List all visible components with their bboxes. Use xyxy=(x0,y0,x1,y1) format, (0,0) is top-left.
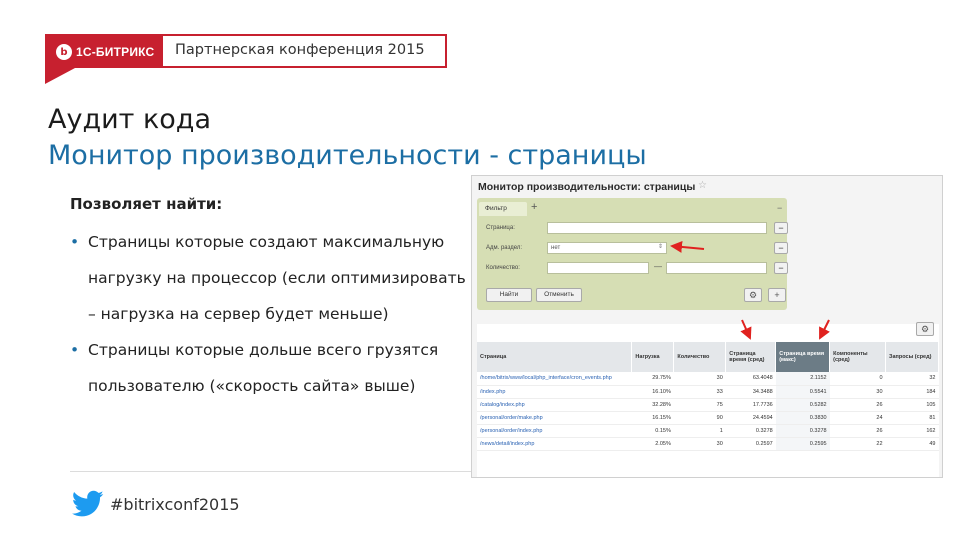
table-cell: 34.3488 xyxy=(725,385,776,399)
collapse-filter-minus-icon[interactable]: − xyxy=(777,203,782,213)
table-cell: 105 xyxy=(885,398,939,412)
table-cell: 30 xyxy=(673,372,726,386)
table-cell: 0 xyxy=(829,372,886,386)
table-cell: 0.2595 xyxy=(775,437,830,451)
page-link[interactable]: /home/bitrix/www/local/php_interface/cro… xyxy=(477,372,632,386)
column-header-queries[interactable]: Запросы (сред) xyxy=(885,342,939,372)
remove-row-button[interactable]: − xyxy=(774,222,788,234)
table-cell: 16.10% xyxy=(631,385,674,399)
remove-row-button[interactable]: − xyxy=(774,242,788,254)
table-cell: 26 xyxy=(829,398,886,412)
table-cell: 90 xyxy=(673,411,726,425)
range-dash: — xyxy=(654,262,662,271)
bullet-text: Страницы которые дольше всего грузятся п… xyxy=(88,341,439,395)
table-cell: 0.3278 xyxy=(775,424,830,438)
table-cell: 184 xyxy=(885,385,939,399)
bitrix-logo-icon: b xyxy=(56,44,72,60)
hashtag: #bitrixconf2015 xyxy=(110,495,240,514)
select-chevron-icon: ⇕ xyxy=(658,244,664,250)
table-cell: 162 xyxy=(885,424,939,438)
slide-subtitle: Монитор производительности - страницы xyxy=(48,140,647,171)
table-cell: 2.1152 xyxy=(775,372,830,386)
divider xyxy=(70,471,480,472)
table-header-row: Страница Нагрузка Количество Страница вр… xyxy=(477,342,939,372)
add-filter-plus-icon[interactable]: + xyxy=(531,201,537,213)
column-header-time-max[interactable]: Страница время (макс) xyxy=(775,342,831,372)
bullet-dot-icon: • xyxy=(70,341,80,359)
table-cell: 0.3278 xyxy=(725,424,776,438)
table-cell: 81 xyxy=(885,411,939,425)
table-cell: 32 xyxy=(885,372,939,386)
table-cell: 30 xyxy=(673,437,726,451)
table-settings-gear-icon[interactable]: ⚙ xyxy=(916,322,934,336)
table-cell: 17.7736 xyxy=(725,398,776,412)
table-cell: 63.4048 xyxy=(725,372,776,386)
twitter-bird-icon xyxy=(72,490,104,517)
table-cell: 32.28% xyxy=(631,398,674,412)
table-cell: 16.15% xyxy=(631,411,674,425)
table-cell: 24.4594 xyxy=(725,411,776,425)
bullet-dot-icon: • xyxy=(70,233,80,251)
column-header-page[interactable]: Страница xyxy=(477,342,633,372)
table-row[interactable]: /personal/order/make.php 16.15% 90 24.4594 0… xyxy=(477,411,939,425)
table-cell: 49 xyxy=(885,437,939,451)
bullet-item: • Страницы которые создают максимальную … xyxy=(70,224,470,332)
favorite-star-icon[interactable]: ☆ xyxy=(698,180,707,191)
monitor-title: Монитор производительности: страницы xyxy=(478,181,696,193)
remove-row-button[interactable]: − xyxy=(774,262,788,274)
column-header-count[interactable]: Количество xyxy=(673,342,727,372)
table-cell: 0.2597 xyxy=(725,437,776,451)
cancel-button[interactable]: Отменить xyxy=(536,288,582,302)
conference-title: Партнерская конференция 2015 xyxy=(175,42,425,58)
slide-title: Аудит кода xyxy=(48,104,212,135)
table-cell: 2.05% xyxy=(631,437,674,451)
bullet-list: • Страницы которые создают максимальную … xyxy=(70,224,470,404)
page-link[interactable]: /personal/order/index.php xyxy=(477,424,632,438)
page-link[interactable]: /catalog/index.php xyxy=(477,398,632,412)
filter-count-from[interactable] xyxy=(547,262,649,274)
filter-count-to[interactable] xyxy=(666,262,767,274)
table-cell: 75 xyxy=(673,398,726,412)
table-cell: 0.5282 xyxy=(775,398,830,412)
table-row[interactable]: /catalog/index.php 32.28% 75 17.7736 0.5282 2… xyxy=(477,398,939,412)
table-row[interactable]: /personal/order/index.php 0.15% 1 0.3278 0.3… xyxy=(477,424,939,438)
column-header-components[interactable]: Компоненты (сред) xyxy=(829,342,887,372)
filter-label-page: Страница: xyxy=(486,225,515,231)
filter-settings-gear-icon[interactable]: ⚙ xyxy=(744,288,762,302)
banner-tail xyxy=(45,68,75,84)
pages-table: Страница Нагрузка Количество Страница вр… xyxy=(477,342,939,451)
page-link[interactable]: /personal/order/make.php xyxy=(477,411,632,425)
table-row[interactable]: /news/detail/index.php 2.05% 30 0.2597 0.259… xyxy=(477,437,939,451)
table-cell: 0.15% xyxy=(631,424,674,438)
bitrix-logo: b 1С-БИТРИКС xyxy=(56,41,154,63)
lead-text: Позволяет найти: xyxy=(70,195,223,213)
page-link[interactable]: /news/detail/index.php xyxy=(477,437,632,451)
table-row[interactable]: /home/bitrix/www/local/php_interface/cro… xyxy=(477,372,939,386)
table-cell: 33 xyxy=(673,385,726,399)
table-cell: 24 xyxy=(829,411,886,425)
column-header-load[interactable]: Нагрузка xyxy=(631,342,675,372)
filter-page-input[interactable] xyxy=(547,222,767,234)
table-cell: 30 xyxy=(829,385,886,399)
bullet-item: • Страницы которые дольше всего грузятся… xyxy=(70,332,470,404)
performance-monitor-screenshot: Монитор производительности: страницы ☆ Ф… xyxy=(471,175,943,478)
page-link[interactable]: /index.php xyxy=(477,385,632,399)
add-filter-button[interactable]: + xyxy=(768,288,786,302)
filter-label-admin: Адм. раздел: xyxy=(486,245,522,251)
column-header-time-avg[interactable]: Страница время (сред) xyxy=(725,342,777,372)
find-button[interactable]: Найти xyxy=(486,288,532,302)
table-cell: 0.5541 xyxy=(775,385,830,399)
table-cell: 29.75% xyxy=(631,372,674,386)
logo-text: 1С-БИТРИКС xyxy=(76,45,155,59)
filter-tab[interactable]: Фильтр xyxy=(479,202,527,216)
table-row[interactable]: /index.php 16.10% 33 34.3488 0.5541 30 184 xyxy=(477,385,939,399)
filter-admin-select[interactable]: нет xyxy=(547,242,667,254)
table-cell: 1 xyxy=(673,424,726,438)
table-cell: 26 xyxy=(829,424,886,438)
filter-label-count: Количество: xyxy=(486,265,520,271)
table-cell: 22 xyxy=(829,437,886,451)
table-cell: 0.3830 xyxy=(775,411,830,425)
bullet-text: Страницы которые создают максимальную на… xyxy=(88,233,466,323)
